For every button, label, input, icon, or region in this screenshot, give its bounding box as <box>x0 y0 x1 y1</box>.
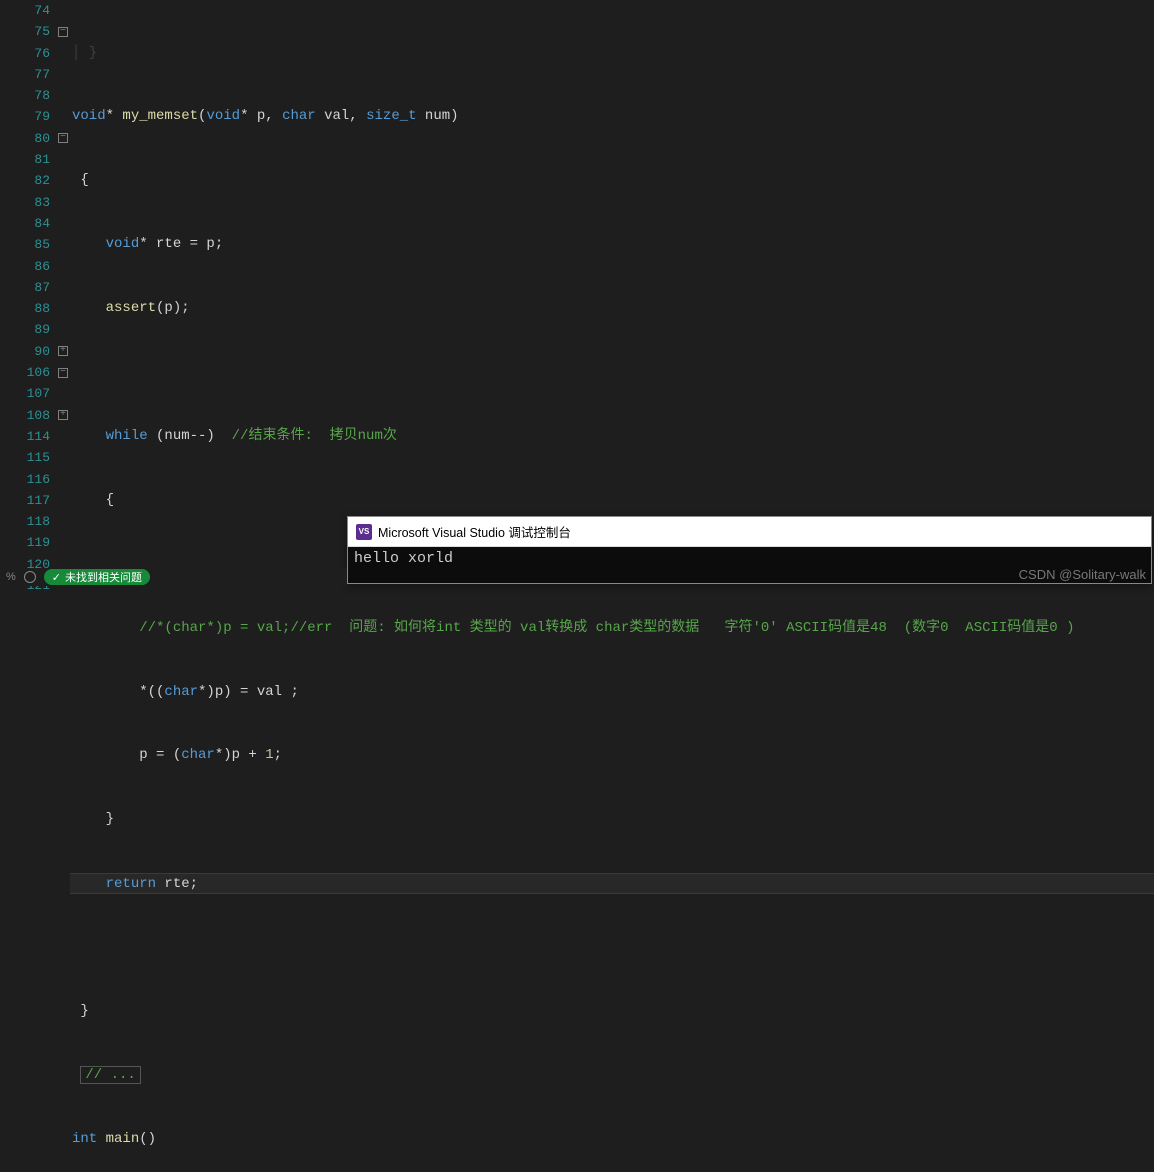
fold-marker[interactable] <box>56 170 70 191</box>
vs-icon: VS <box>356 524 372 540</box>
kw-void: void <box>72 108 106 124</box>
fold-marker[interactable]: − <box>56 128 70 149</box>
watermark-text: CSDN @Solitary-walk <box>1019 567 1146 582</box>
line-number-gutter: 7475767778798081828384858687888990106107… <box>0 0 56 555</box>
fold-marker[interactable]: − <box>56 362 70 383</box>
fold-marker[interactable] <box>56 213 70 234</box>
line-number: 87 <box>0 277 50 298</box>
fold-marker[interactable] <box>56 43 70 64</box>
line-number: 90 <box>0 341 50 362</box>
line-number: 117 <box>0 490 50 511</box>
line-number: 74 <box>0 0 50 21</box>
line-number: 106 <box>0 362 50 383</box>
line-number: 76 <box>0 43 50 64</box>
line-number: 77 <box>0 64 50 85</box>
fold-marker[interactable] <box>56 319 70 340</box>
fold-marker[interactable] <box>56 64 70 85</box>
fold-marker[interactable] <box>56 149 70 170</box>
line-number: 118 <box>0 511 50 532</box>
fold-marker[interactable] <box>56 298 70 319</box>
console-title-text: Microsoft Visual Studio 调试控制台 <box>378 522 571 541</box>
fold-marker[interactable] <box>56 532 70 553</box>
console-titlebar[interactable]: VS Microsoft Visual Studio 调试控制台 <box>348 517 1151 547</box>
line-number: 85 <box>0 234 50 255</box>
line-number: 89 <box>0 319 50 340</box>
console-output-text: hello xorld <box>354 550 453 567</box>
line-number: 86 <box>0 256 50 277</box>
line-number: 107 <box>0 383 50 404</box>
fold-marker[interactable] <box>56 447 70 468</box>
folded-region[interactable]: // ... <box>80 1066 140 1084</box>
line-number: 119 <box>0 532 50 553</box>
fold-marker[interactable] <box>56 106 70 127</box>
fold-marker[interactable] <box>56 234 70 255</box>
line-number: 108 <box>0 405 50 426</box>
fold-marker[interactable] <box>56 85 70 106</box>
fold-marker[interactable] <box>56 511 70 532</box>
line-number: 114 <box>0 426 50 447</box>
fold-marker[interactable]: − <box>56 21 70 42</box>
fn-my_memset: my_memset <box>122 108 198 124</box>
fold-marker[interactable] <box>56 490 70 511</box>
line-number: 82 <box>0 170 50 191</box>
line-number: 88 <box>0 298 50 319</box>
status-bar[interactable]: % ✓未找到相关问题 <box>0 568 347 586</box>
comment: //*(char*)p = val;//err 问题: 如何将int 类型的 v… <box>139 620 1074 636</box>
fold-marker[interactable] <box>56 469 70 490</box>
fold-marker[interactable] <box>56 277 70 298</box>
fold-marker[interactable] <box>56 192 70 213</box>
fold-marker[interactable]: + <box>56 405 70 426</box>
zoom-pct[interactable]: % <box>6 571 16 583</box>
code-editor[interactable]: 7475767778798081828384858687888990106107… <box>0 0 1154 555</box>
fold-marker[interactable] <box>56 256 70 277</box>
brace: { <box>72 172 89 188</box>
fold-marker[interactable] <box>56 383 70 404</box>
line-number: 78 <box>0 85 50 106</box>
fold-marker[interactable] <box>56 426 70 447</box>
line-number: 83 <box>0 192 50 213</box>
line-number: 115 <box>0 447 50 468</box>
fold-marker[interactable] <box>56 0 70 21</box>
check-icon: ✓ <box>52 571 61 584</box>
line-number: 75 <box>0 21 50 42</box>
code-content[interactable]: │ } void* my_memset(void* p, char val, s… <box>70 0 1154 555</box>
code-line: │ } <box>72 45 97 61</box>
line-number: 80 <box>0 128 50 149</box>
line-number: 116 <box>0 469 50 490</box>
line-number: 79 <box>0 106 50 127</box>
fold-marker[interactable]: + <box>56 341 70 362</box>
status-indicator-icon <box>24 571 36 583</box>
line-number: 81 <box>0 149 50 170</box>
issues-pill[interactable]: ✓未找到相关问题 <box>44 569 150 585</box>
line-number: 84 <box>0 213 50 234</box>
fold-column[interactable]: −−+−+ <box>56 0 70 555</box>
